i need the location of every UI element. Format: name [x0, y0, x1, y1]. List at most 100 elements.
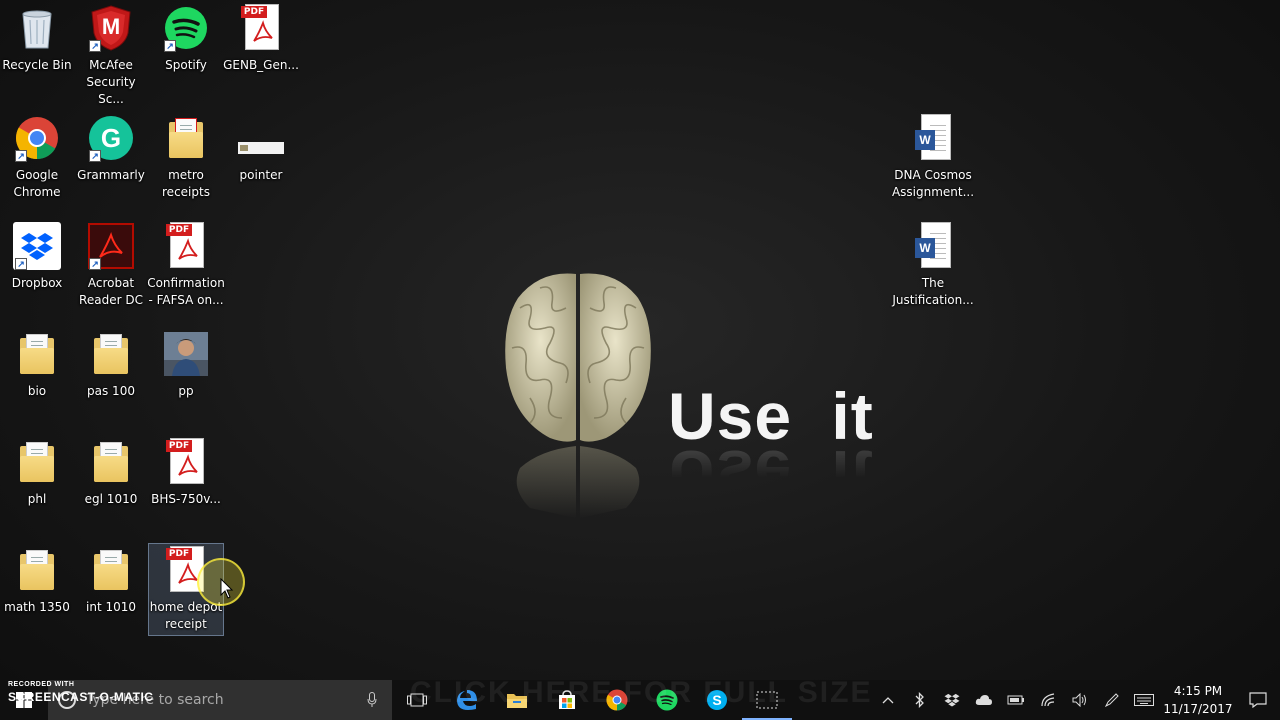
wallpaper-brain-illustration [500, 268, 660, 533]
mcafee-shield-icon: M ↗ [87, 4, 135, 52]
desktop-icon-label: Grammarly [77, 168, 145, 182]
svg-text:S: S [712, 692, 721, 708]
wallpaper-slogan-reflection: Use it [668, 437, 874, 511]
photo-thumbnail-icon [162, 330, 210, 378]
microphone-icon[interactable] [352, 680, 392, 720]
desktop-icon-pdf-fafsa[interactable]: PDF Confirmation - FAFSA on... [147, 222, 225, 309]
desktop-icon-label: phl [27, 492, 47, 506]
spotify-icon [656, 689, 678, 711]
desktop-icon-acrobat-reader[interactable]: ↗ Acrobat Reader DC [74, 222, 148, 309]
pdf-tag: PDF [166, 224, 192, 236]
task-view-icon [407, 693, 427, 707]
acrobat-reader-icon: ↗ [87, 222, 135, 270]
folder-icon [13, 330, 61, 378]
taskbar-app-skype[interactable]: S [692, 680, 742, 720]
wifi-icon[interactable] [1032, 680, 1064, 720]
shortcut-arrow-icon: ↗ [89, 40, 101, 52]
bluetooth-icon[interactable] [904, 680, 936, 720]
desktop-icon-label: BHS-750v... [151, 492, 221, 506]
taskbar-app-chrome[interactable] [592, 680, 642, 720]
skype-icon: S [707, 690, 727, 710]
pdf-tag: PDF [166, 440, 192, 452]
taskbar-app-edge[interactable] [442, 680, 492, 720]
pdf-folder-icon [162, 114, 210, 162]
desktop-icon-label: metro receipts [162, 168, 210, 199]
folder-icon [87, 438, 135, 486]
desktop-icon-dropbox[interactable]: ↗ Dropbox [0, 222, 74, 292]
touch-keyboard-icon[interactable] [1128, 680, 1160, 720]
desktop-icon-label: math 1350 [4, 600, 70, 614]
desktop-icon-mcafee[interactable]: M ↗ McAfee Security Sc... [74, 4, 148, 108]
spotify-icon: ↗ [162, 4, 210, 52]
recycle-bin-icon [13, 4, 61, 52]
taskbar-app-store[interactable] [542, 680, 592, 720]
desktop-icon-label: The Justification... [892, 276, 974, 307]
desktop-icon-label: Google Chrome [13, 168, 61, 199]
desktop-icon-folder-math-1350[interactable]: math 1350 [0, 546, 74, 616]
desktop-icon-pdf-genb[interactable]: PDF GENB_Gen... [223, 4, 299, 74]
desktop-icon-image-pp[interactable]: pp [149, 330, 223, 400]
desktop-icon-label: egl 1010 [84, 492, 138, 506]
pen-workspace-icon[interactable] [1096, 680, 1128, 720]
action-center-button[interactable] [1236, 680, 1280, 720]
dropbox-icon: ↗ [13, 222, 61, 270]
file-explorer-icon [507, 694, 527, 708]
desktop-icon-label: McAfee Security Sc... [86, 58, 136, 106]
pdf-file-icon: PDF [237, 4, 285, 52]
mcafee-letter: M [101, 14, 121, 39]
cortana-icon [58, 691, 76, 709]
edge-icon [457, 690, 477, 710]
desktop-icon-folder-pas-100[interactable]: pas 100 [74, 330, 148, 400]
desktop-icon-folder-int-1010[interactable]: int 1010 [74, 546, 148, 616]
pdf-file-icon: PDF [162, 438, 210, 486]
desktop-icon-spotify[interactable]: ↗ Spotify [149, 4, 223, 74]
shortcut-arrow-icon: ↗ [15, 258, 27, 270]
desktop-icon-pointer[interactable]: pointer [224, 114, 298, 184]
desktop-icon-label: DNA Cosmos Assignment... [891, 168, 975, 199]
shortcut-arrow-icon: ↗ [89, 150, 101, 162]
word-document-icon: W [909, 222, 957, 270]
pdf-file-icon: PDF [162, 222, 210, 270]
desktop-icon-label: pp [178, 384, 194, 398]
chrome-icon [606, 689, 628, 711]
image-file-icon [237, 114, 285, 162]
desktop-icon-folder-phl[interactable]: phl [0, 438, 74, 508]
windows-logo-icon [16, 692, 32, 708]
clock-time: 4:15 PM [1173, 684, 1223, 698]
desktop-icon-recycle-bin[interactable]: Recycle Bin [0, 4, 74, 74]
task-view-button[interactable] [392, 680, 442, 720]
chrome-icon: ↗ [13, 114, 61, 162]
desktop-icon-word-justification[interactable]: W The Justification... [892, 222, 974, 309]
battery-icon[interactable] [1000, 680, 1032, 720]
taskbar-app-snipping-tool[interactable] [742, 680, 792, 720]
folder-icon [13, 546, 61, 594]
desktop-icon-folder-egl-1010[interactable]: egl 1010 [74, 438, 148, 508]
volume-icon[interactable] [1064, 680, 1096, 720]
desktop-icon-grammarly[interactable]: G ↗ Grammarly [74, 114, 148, 184]
dropbox-tray-icon[interactable] [936, 680, 968, 720]
start-button[interactable] [0, 680, 48, 720]
taskbar-app-spotify[interactable] [642, 680, 692, 720]
taskbar-app-file-explorer[interactable] [492, 680, 542, 720]
desktop-icon-folder-bio[interactable]: bio [0, 330, 74, 400]
notification-icon [1249, 692, 1267, 708]
folder-icon [13, 438, 61, 486]
taskbar-search-box[interactable]: Type here to search [48, 680, 392, 720]
grammarly-icon: G ↗ [87, 114, 135, 162]
desktop-icon-chrome[interactable]: ↗ Google Chrome [0, 114, 74, 201]
onedrive-icon[interactable] [968, 680, 1000, 720]
desktop-icon-label: Spotify [165, 58, 207, 72]
desktop-icon-label: Recycle Bin [2, 58, 72, 72]
desktop-icon-label: pointer [239, 168, 283, 182]
taskbar-clock[interactable]: 4:15 PM 11/17/2017 [1160, 682, 1236, 718]
desktop-icon-folder-metro-receipts[interactable]: metro receipts [149, 114, 223, 201]
word-badge: W [915, 238, 935, 258]
word-document-icon: W [909, 114, 957, 162]
shortcut-arrow-icon: ↗ [164, 40, 176, 52]
desktop-icon-word-dna-cosmos[interactable]: W DNA Cosmos Assignment... [892, 114, 974, 201]
desktop: Recycle Bin ↗ Google Chrome ↗ Dropbox bi… [0, 0, 1280, 680]
store-icon [559, 690, 575, 709]
show-hidden-icons-chevron-up-icon[interactable] [872, 680, 904, 720]
desktop-icon-label: Confirmation - FAFSA on... [147, 276, 225, 307]
desktop-icon-pdf-bhs[interactable]: PDF BHS-750v... [149, 438, 223, 508]
